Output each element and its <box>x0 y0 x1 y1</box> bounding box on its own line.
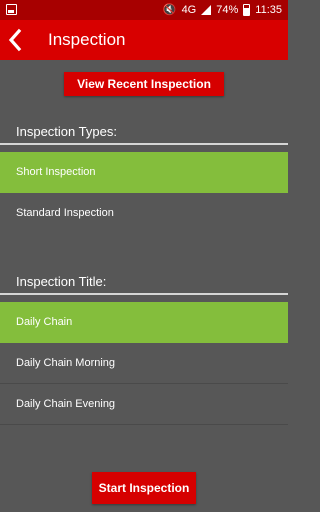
divider <box>0 143 288 145</box>
start-inspection-button[interactable]: Start Inspection <box>92 472 196 504</box>
list-item-standard-inspection[interactable]: Standard Inspection <box>0 193 288 234</box>
list-item-daily-chain-evening[interactable]: Daily Chain Evening <box>0 384 288 425</box>
app-bar: Inspection <box>0 20 288 60</box>
page-title: Inspection <box>48 30 126 49</box>
signal-icon <box>201 5 212 15</box>
list-item-daily-chain[interactable]: Daily Chain <box>0 302 288 343</box>
status-bar: 🔇 4G 74% 11:35 <box>0 0 288 20</box>
inspection-types-label: Inspection Types: <box>16 124 117 139</box>
battery-percent: 74% <box>216 4 239 16</box>
network-type: 4G <box>181 4 197 16</box>
clock: 11:35 <box>255 4 282 16</box>
back-arrow-icon[interactable] <box>4 27 30 53</box>
battery-icon <box>243 4 251 16</box>
divider <box>0 293 288 295</box>
list-item-daily-chain-morning[interactable]: Daily Chain Morning <box>0 343 288 384</box>
list-item-short-inspection[interactable]: Short Inspection <box>0 152 288 193</box>
view-recent-inspection-button[interactable]: View Recent Inspection <box>64 72 224 96</box>
inspection-title-label: Inspection Title: <box>16 274 107 289</box>
mute-icon: 🔇 <box>162 4 177 16</box>
gallery-notification-icon <box>6 4 17 15</box>
